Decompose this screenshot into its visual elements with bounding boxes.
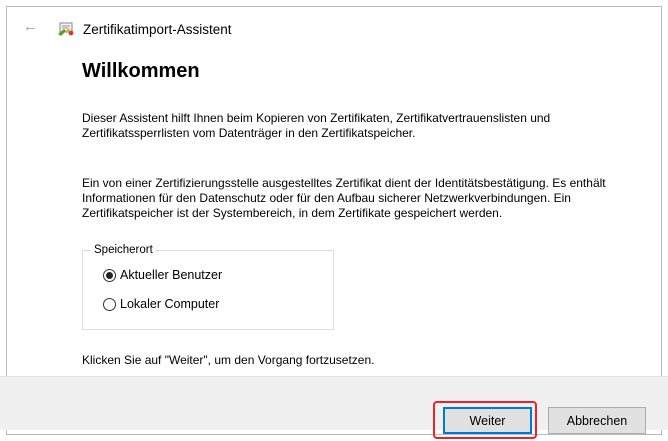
title-bar: ← Zertifikatimport-Assistent <box>7 7 661 51</box>
radio-local-computer[interactable]: Lokaler Computer <box>103 296 219 312</box>
window-title: Zertifikatimport-Assistent <box>83 22 232 37</box>
back-arrow-icon[interactable]: ← <box>23 19 38 34</box>
page-heading: Willkommen <box>82 60 200 82</box>
next-button[interactable]: Weiter <box>443 407 532 434</box>
storage-location-legend: Speicherort <box>94 244 153 256</box>
radio-button-icon[interactable] <box>103 297 116 311</box>
description-text: Ein von einer Zertifizierungsstelle ausg… <box>82 176 606 220</box>
continue-hint: Klicken Sie auf "Weiter", um den Vorgang… <box>82 353 375 367</box>
cancel-button[interactable]: Abbrechen <box>548 407 646 434</box>
radio-button-checked-icon[interactable] <box>103 268 116 282</box>
radio-current-user-label: Aktueller Benutzer <box>120 268 223 282</box>
radio-current-user[interactable]: Aktueller Benutzer <box>103 267 222 283</box>
certificate-icon <box>58 22 74 36</box>
storage-location-group: Speicherort <box>82 244 334 330</box>
intro-text: Dieser Assistent hilft Ihnen beim Kopier… <box>82 111 551 140</box>
radio-local-computer-label: Lokaler Computer <box>120 297 220 311</box>
